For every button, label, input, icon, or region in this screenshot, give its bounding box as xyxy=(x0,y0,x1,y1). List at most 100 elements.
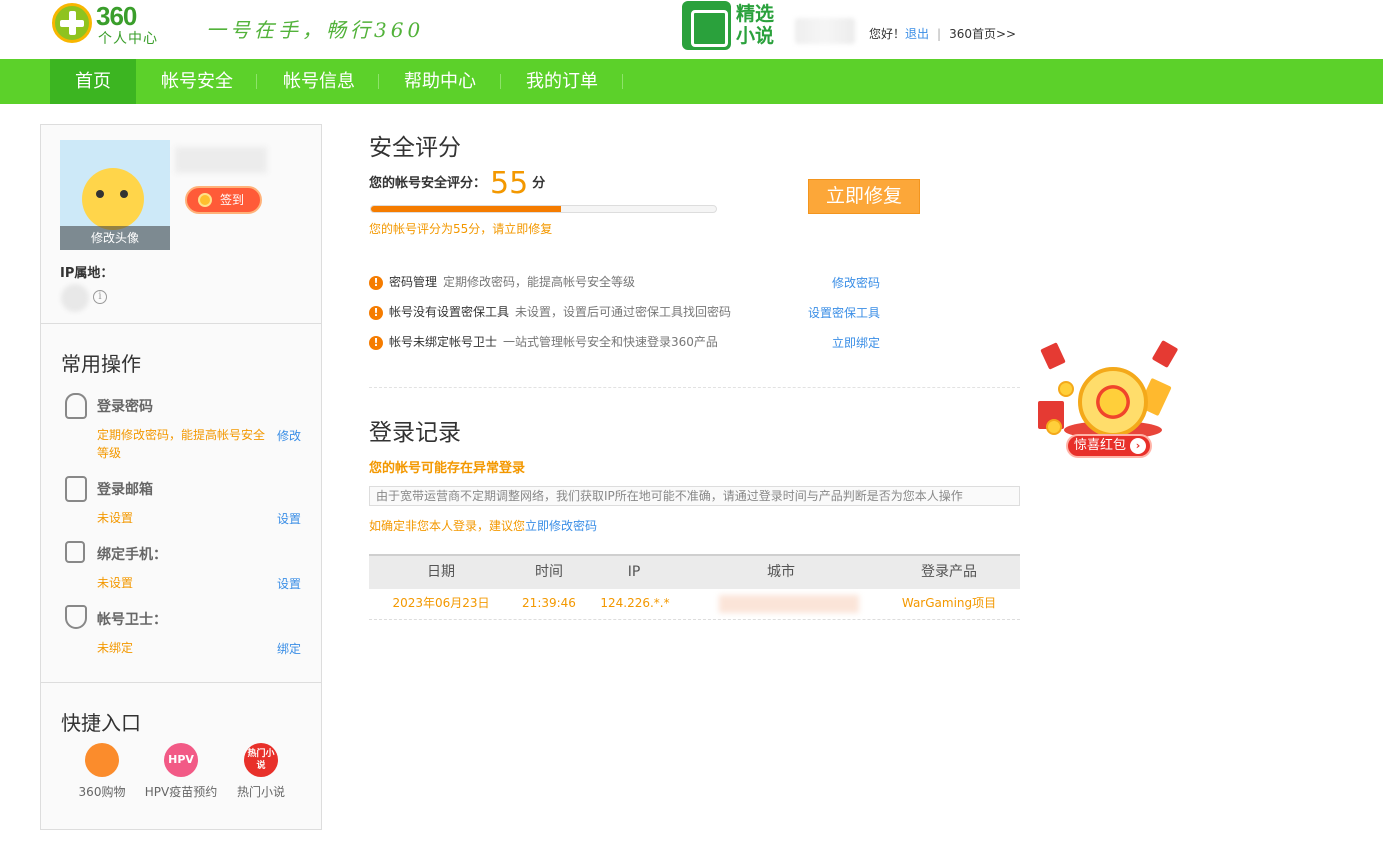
red-envelope-icon xyxy=(1152,340,1179,368)
op-login-password: 登录密码 xyxy=(97,396,153,416)
slogan: 一号在手，畅行360 xyxy=(206,14,424,43)
mail-icon xyxy=(65,476,87,502)
score-line: 您的帐号安全评分： 55 分 xyxy=(369,166,545,201)
op-login-email: 登录邮箱 xyxy=(97,479,153,499)
section-divider xyxy=(369,387,1020,388)
op-bind-phone: 绑定手机： xyxy=(97,544,167,564)
sidebar: 修改头像 签到 IP属地： i 常用操作 登录密码 定期修改密码，能提高帐号安全… xyxy=(40,124,322,830)
col-date: 日期 xyxy=(391,556,491,589)
nav-separator xyxy=(622,74,623,89)
set-email-link[interactable]: 设置 xyxy=(277,510,301,527)
signin-label: 签到 xyxy=(220,193,244,207)
score-hint: 您的帐号评分为55分，请立即修复 xyxy=(369,220,552,237)
change-password-now-link[interactable]: 立即修改密码 xyxy=(525,519,597,533)
avatar[interactable]: 修改头像 xyxy=(60,140,170,250)
greeting-bar: 您好！退出|360首页>> xyxy=(869,25,1016,42)
change-password-link[interactable]: 修改密码 xyxy=(832,274,880,291)
avatar-mascot xyxy=(82,168,144,230)
quick-hpv-booking[interactable]: HPV HPV疫苗预约 xyxy=(141,743,221,800)
warning-icon: ! xyxy=(369,336,383,350)
nav-account-security[interactable]: 帐号安全 xyxy=(152,59,242,104)
hot-novels-icon: 热门小说 xyxy=(244,743,278,777)
op-login-email-status: 未设置 xyxy=(97,509,133,527)
warning-icon: ! xyxy=(369,306,383,320)
login-table-header: 日期 时间 IP 城市 登录产品 xyxy=(369,554,1020,589)
edit-avatar-button[interactable]: 修改头像 xyxy=(60,226,170,250)
common-operations-title: 常用操作 xyxy=(61,348,141,377)
novel-logo-line2: 小说 xyxy=(736,25,774,47)
quick-label: 热门小说 xyxy=(231,783,291,800)
score-unit: 分 xyxy=(532,176,545,191)
suggestion-text: 如确定非您本人登录，建议您 xyxy=(369,519,525,533)
cell-time: 21:39:46 xyxy=(514,589,584,618)
score-value: 55 xyxy=(490,166,528,201)
info-icon[interactable]: i xyxy=(93,290,107,304)
quick-label: 360购物 xyxy=(77,783,127,800)
surprise-red-packet-button[interactable]: 惊喜红包 › xyxy=(1066,434,1152,458)
suggestion: 如确定非您本人登录，建议您立即修改密码 xyxy=(369,517,597,534)
signin-button[interactable]: 签到 xyxy=(185,186,262,214)
novel-logo-icon xyxy=(682,1,731,50)
bind-now-link[interactable]: 立即绑定 xyxy=(832,334,880,351)
novel-logo-line1: 精选 xyxy=(736,3,774,25)
risk-desc: 未设置，设置后可通过密保工具找回密码 xyxy=(515,305,731,319)
coin-icon xyxy=(1058,381,1074,397)
chevron-right-icon: › xyxy=(1130,438,1146,454)
logo-plus-icon xyxy=(52,3,92,43)
login-records-title: 登录记录 xyxy=(369,413,461,447)
score-label: 您的帐号安全评分： xyxy=(369,176,486,191)
hpv-icon: HPV xyxy=(164,743,198,777)
table-row: 2023年06月23日 21:39:46 124.226.*.* WarGami… xyxy=(369,589,1020,620)
shield-icon xyxy=(65,605,87,629)
col-ip: IP xyxy=(599,556,669,589)
ip-location-redacted xyxy=(61,284,89,312)
risk-item: !帐号未绑定帐号卫士一站式管理帐号安全和快速登录360产品 xyxy=(369,334,718,350)
risk-desc: 定期修改密码，能提高帐号安全等级 xyxy=(443,275,635,289)
modify-password-link[interactable]: 修改 xyxy=(277,427,301,444)
risk-name: 密码管理 xyxy=(389,275,437,289)
op-account-guard-status: 未绑定 xyxy=(97,639,133,657)
logo-360-personal-center[interactable]: 360 个人中心 xyxy=(52,3,177,45)
cell-ip: 124.226.*.* xyxy=(595,589,675,618)
cell-date: 2023年06月23日 xyxy=(391,589,491,618)
nav-help-center[interactable]: 帮助中心 xyxy=(395,59,485,104)
risk-name: 帐号没有设置密保工具 xyxy=(389,305,509,319)
red-packet-promo[interactable]: 惊喜红包 › xyxy=(1034,341,1176,465)
nav-home[interactable]: 首页 xyxy=(50,59,136,104)
logout-link[interactable]: 退出 xyxy=(905,27,929,41)
abnormal-login-warning: 您的帐号可能存在异常登录 xyxy=(369,457,525,476)
main-nav: 首页 帐号安全 帐号信息 帮助中心 我的订单 xyxy=(0,59,1383,104)
phone-icon xyxy=(65,541,85,563)
quick-label: HPV疫苗预约 xyxy=(141,783,221,800)
col-product: 登录产品 xyxy=(899,556,999,589)
quick-entry-title: 快捷入口 xyxy=(61,707,141,736)
logo-subtitle: 个人中心 xyxy=(98,28,158,48)
nickname-redacted xyxy=(175,147,267,173)
username-redacted xyxy=(795,18,855,44)
cell-product: WarGaming项目 xyxy=(889,589,1009,618)
divider xyxy=(41,682,321,683)
divider xyxy=(41,323,321,324)
bind-guard-link[interactable]: 绑定 xyxy=(277,640,301,657)
score-progress-bar xyxy=(370,205,717,213)
novel-logo[interactable]: 精选 小说 xyxy=(682,1,782,51)
home-link[interactable]: 360首页>> xyxy=(949,27,1016,41)
nav-separator xyxy=(256,74,257,89)
lucky-wheel-icon xyxy=(1078,367,1148,437)
quick-hot-novels[interactable]: 热门小说 热门小说 xyxy=(231,743,291,800)
ip-accuracy-note: 由于宽带运营商不定期调整网络，我们获取IP所在地可能不准确，请通过登录时间与产品… xyxy=(369,486,1020,506)
nav-my-orders[interactable]: 我的订单 xyxy=(517,59,607,104)
set-security-tool-link[interactable]: 设置密保工具 xyxy=(808,304,880,321)
quick-360-shopping[interactable]: 360购物 xyxy=(77,743,127,800)
coin-icon xyxy=(1046,419,1062,435)
fix-now-button[interactable]: 立即修复 xyxy=(808,179,920,214)
surprise-red-packet-label: 惊喜红包 xyxy=(1074,438,1126,453)
set-phone-link[interactable]: 设置 xyxy=(277,575,301,592)
red-envelope-icon xyxy=(1040,342,1066,370)
op-account-guard: 帐号卫士： xyxy=(97,609,167,629)
nav-account-info[interactable]: 帐号信息 xyxy=(274,59,364,104)
nav-separator xyxy=(378,74,379,89)
col-city: 城市 xyxy=(731,556,831,589)
greeting-text: 您好！ xyxy=(869,27,905,41)
lock-icon xyxy=(65,393,87,419)
